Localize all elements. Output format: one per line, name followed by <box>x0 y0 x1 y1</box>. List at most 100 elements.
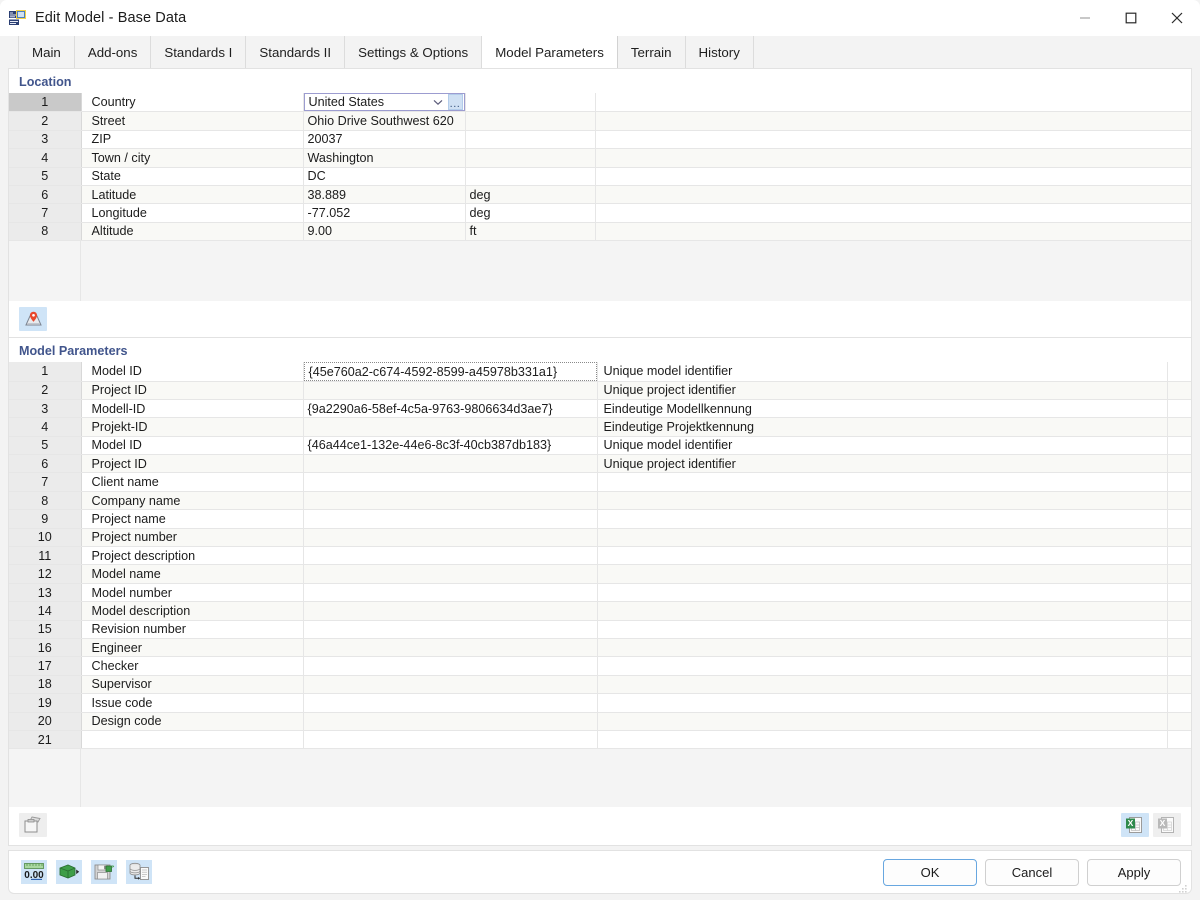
tab-add-ons[interactable]: Add-ons <box>75 36 152 68</box>
parameter-row-value[interactable] <box>303 712 597 730</box>
table-row[interactable]: 8Company name <box>9 491 1191 509</box>
row-number[interactable]: 10 <box>9 528 81 546</box>
parameter-row-value[interactable] <box>303 510 597 528</box>
parameter-row-value[interactable] <box>303 675 597 693</box>
parameter-row-value[interactable] <box>303 657 597 675</box>
table-row[interactable]: 2StreetOhio Drive Southwest 620 <box>9 112 1191 130</box>
excel-import-icon[interactable]: X <box>1121 813 1149 837</box>
parameter-row-value[interactable] <box>303 730 597 748</box>
parameter-row-value[interactable] <box>303 418 597 436</box>
table-row[interactable]: 4Town / cityWashington <box>9 149 1191 167</box>
decimal-places-icon[interactable]: 0.00 <box>21 860 47 884</box>
location-row-value[interactable]: 38.889 <box>303 185 465 203</box>
location-row-value[interactable]: 9.00 <box>303 222 465 240</box>
tab-history[interactable]: History <box>686 36 754 68</box>
location-row-value[interactable]: DC <box>303 167 465 185</box>
excel-export-icon[interactable]: X <box>1153 813 1181 837</box>
close-button[interactable] <box>1154 0 1200 36</box>
table-row[interactable]: 15Revision number <box>9 620 1191 638</box>
row-number[interactable]: 7 <box>9 204 81 222</box>
tab-standards-ii[interactable]: Standards II <box>246 36 345 68</box>
table-row[interactable]: 14Model description <box>9 602 1191 620</box>
table-row[interactable]: 2Project IDUnique project identifier <box>9 381 1191 399</box>
row-number[interactable]: 4 <box>9 418 81 436</box>
parameter-row-value[interactable] <box>303 638 597 656</box>
row-number[interactable]: 2 <box>9 112 81 130</box>
row-number[interactable]: 5 <box>9 167 81 185</box>
row-number[interactable]: 18 <box>9 675 81 693</box>
tab-model-parameters[interactable]: Model Parameters <box>482 36 618 68</box>
table-row[interactable]: 6Latitude38.889deg <box>9 185 1191 203</box>
database-export-icon[interactable] <box>126 860 152 884</box>
row-number[interactable]: 8 <box>9 491 81 509</box>
table-row[interactable]: 21 <box>9 730 1191 748</box>
country-browse-button[interactable]: ... <box>448 94 463 110</box>
tab-terrain[interactable]: Terrain <box>618 36 686 68</box>
table-row[interactable]: 13Model number <box>9 583 1191 601</box>
row-number[interactable]: 21 <box>9 730 81 748</box>
table-row[interactable]: 17Checker <box>9 657 1191 675</box>
row-number[interactable]: 2 <box>9 381 81 399</box>
country-combobox[interactable]: United States... <box>304 93 465 111</box>
table-row[interactable]: 7Client name <box>9 473 1191 491</box>
row-number[interactable]: 11 <box>9 547 81 565</box>
table-row[interactable]: 16Engineer <box>9 638 1191 656</box>
table-row[interactable]: 11Project description <box>9 547 1191 565</box>
row-number[interactable]: 5 <box>9 436 81 454</box>
row-number[interactable]: 1 <box>9 93 81 112</box>
row-number[interactable]: 9 <box>9 510 81 528</box>
table-row[interactable]: 12Model name <box>9 565 1191 583</box>
table-row[interactable]: 5Model ID{46a44ce1-132e-44e6-8c3f-40cb38… <box>9 436 1191 454</box>
table-row[interactable]: 19Issue code <box>9 694 1191 712</box>
row-number[interactable]: 8 <box>9 222 81 240</box>
parameter-row-value[interactable] <box>303 583 597 601</box>
row-number[interactable]: 12 <box>9 565 81 583</box>
parameter-row-value[interactable]: {45e760a2-c674-4592-8599-a45978b331a1} <box>303 362 597 381</box>
table-row[interactable]: 5StateDC <box>9 167 1191 185</box>
table-row[interactable]: 1CountryUnited States... <box>9 93 1191 112</box>
table-row[interactable]: 4Projekt-IDEindeutige Projektkennung <box>9 418 1191 436</box>
clipboard-icon[interactable] <box>19 813 47 837</box>
row-number[interactable]: 20 <box>9 712 81 730</box>
parameter-row-value[interactable]: {46a44ce1-132e-44e6-8c3f-40cb387db183} <box>303 436 597 454</box>
chevron-down-icon[interactable] <box>428 99 448 106</box>
cancel-button[interactable]: Cancel <box>985 859 1079 886</box>
location-row-value[interactable]: United States... <box>303 93 465 112</box>
table-row[interactable]: 6Project IDUnique project identifier <box>9 455 1191 473</box>
resize-grip[interactable] <box>1178 881 1188 891</box>
row-number[interactable]: 1 <box>9 362 81 381</box>
parameter-row-value[interactable] <box>303 528 597 546</box>
table-row[interactable]: 3ZIP20037 <box>9 130 1191 148</box>
render-preview-icon[interactable] <box>56 860 82 884</box>
row-number[interactable]: 16 <box>9 638 81 656</box>
parameter-row-value[interactable]: {9a2290a6-58ef-4c5a-9763-9806634d3ae7} <box>303 399 597 417</box>
table-row[interactable]: 10Project number <box>9 528 1191 546</box>
ok-button[interactable]: OK <box>883 859 977 886</box>
maximize-button[interactable] <box>1108 0 1154 36</box>
parameter-value-focused[interactable]: {45e760a2-c674-4592-8599-a45978b331a1} <box>304 362 597 380</box>
parameter-row-value[interactable] <box>303 473 597 491</box>
map-pin-icon[interactable] <box>19 307 47 331</box>
row-number[interactable]: 6 <box>9 185 81 203</box>
save-settings-icon[interactable] <box>91 860 117 884</box>
parameter-row-value[interactable] <box>303 620 597 638</box>
apply-button[interactable]: Apply <box>1087 859 1181 886</box>
parameter-row-value[interactable] <box>303 455 597 473</box>
parameter-row-value[interactable] <box>303 602 597 620</box>
minimize-button[interactable] <box>1062 0 1108 36</box>
row-number[interactable]: 3 <box>9 130 81 148</box>
table-row[interactable]: 7Longitude-77.052deg <box>9 204 1191 222</box>
row-number[interactable]: 7 <box>9 473 81 491</box>
location-row-value[interactable]: -77.052 <box>303 204 465 222</box>
row-number[interactable]: 17 <box>9 657 81 675</box>
row-number[interactable]: 15 <box>9 620 81 638</box>
row-number[interactable]: 13 <box>9 583 81 601</box>
table-row[interactable]: 20Design code <box>9 712 1191 730</box>
location-row-value[interactable]: Ohio Drive Southwest 620 <box>303 112 465 130</box>
table-row[interactable]: 18Supervisor <box>9 675 1191 693</box>
row-number[interactable]: 19 <box>9 694 81 712</box>
table-row[interactable]: 9Project name <box>9 510 1191 528</box>
location-row-value[interactable]: Washington <box>303 149 465 167</box>
tab-main[interactable]: Main <box>18 36 75 68</box>
row-number[interactable]: 14 <box>9 602 81 620</box>
